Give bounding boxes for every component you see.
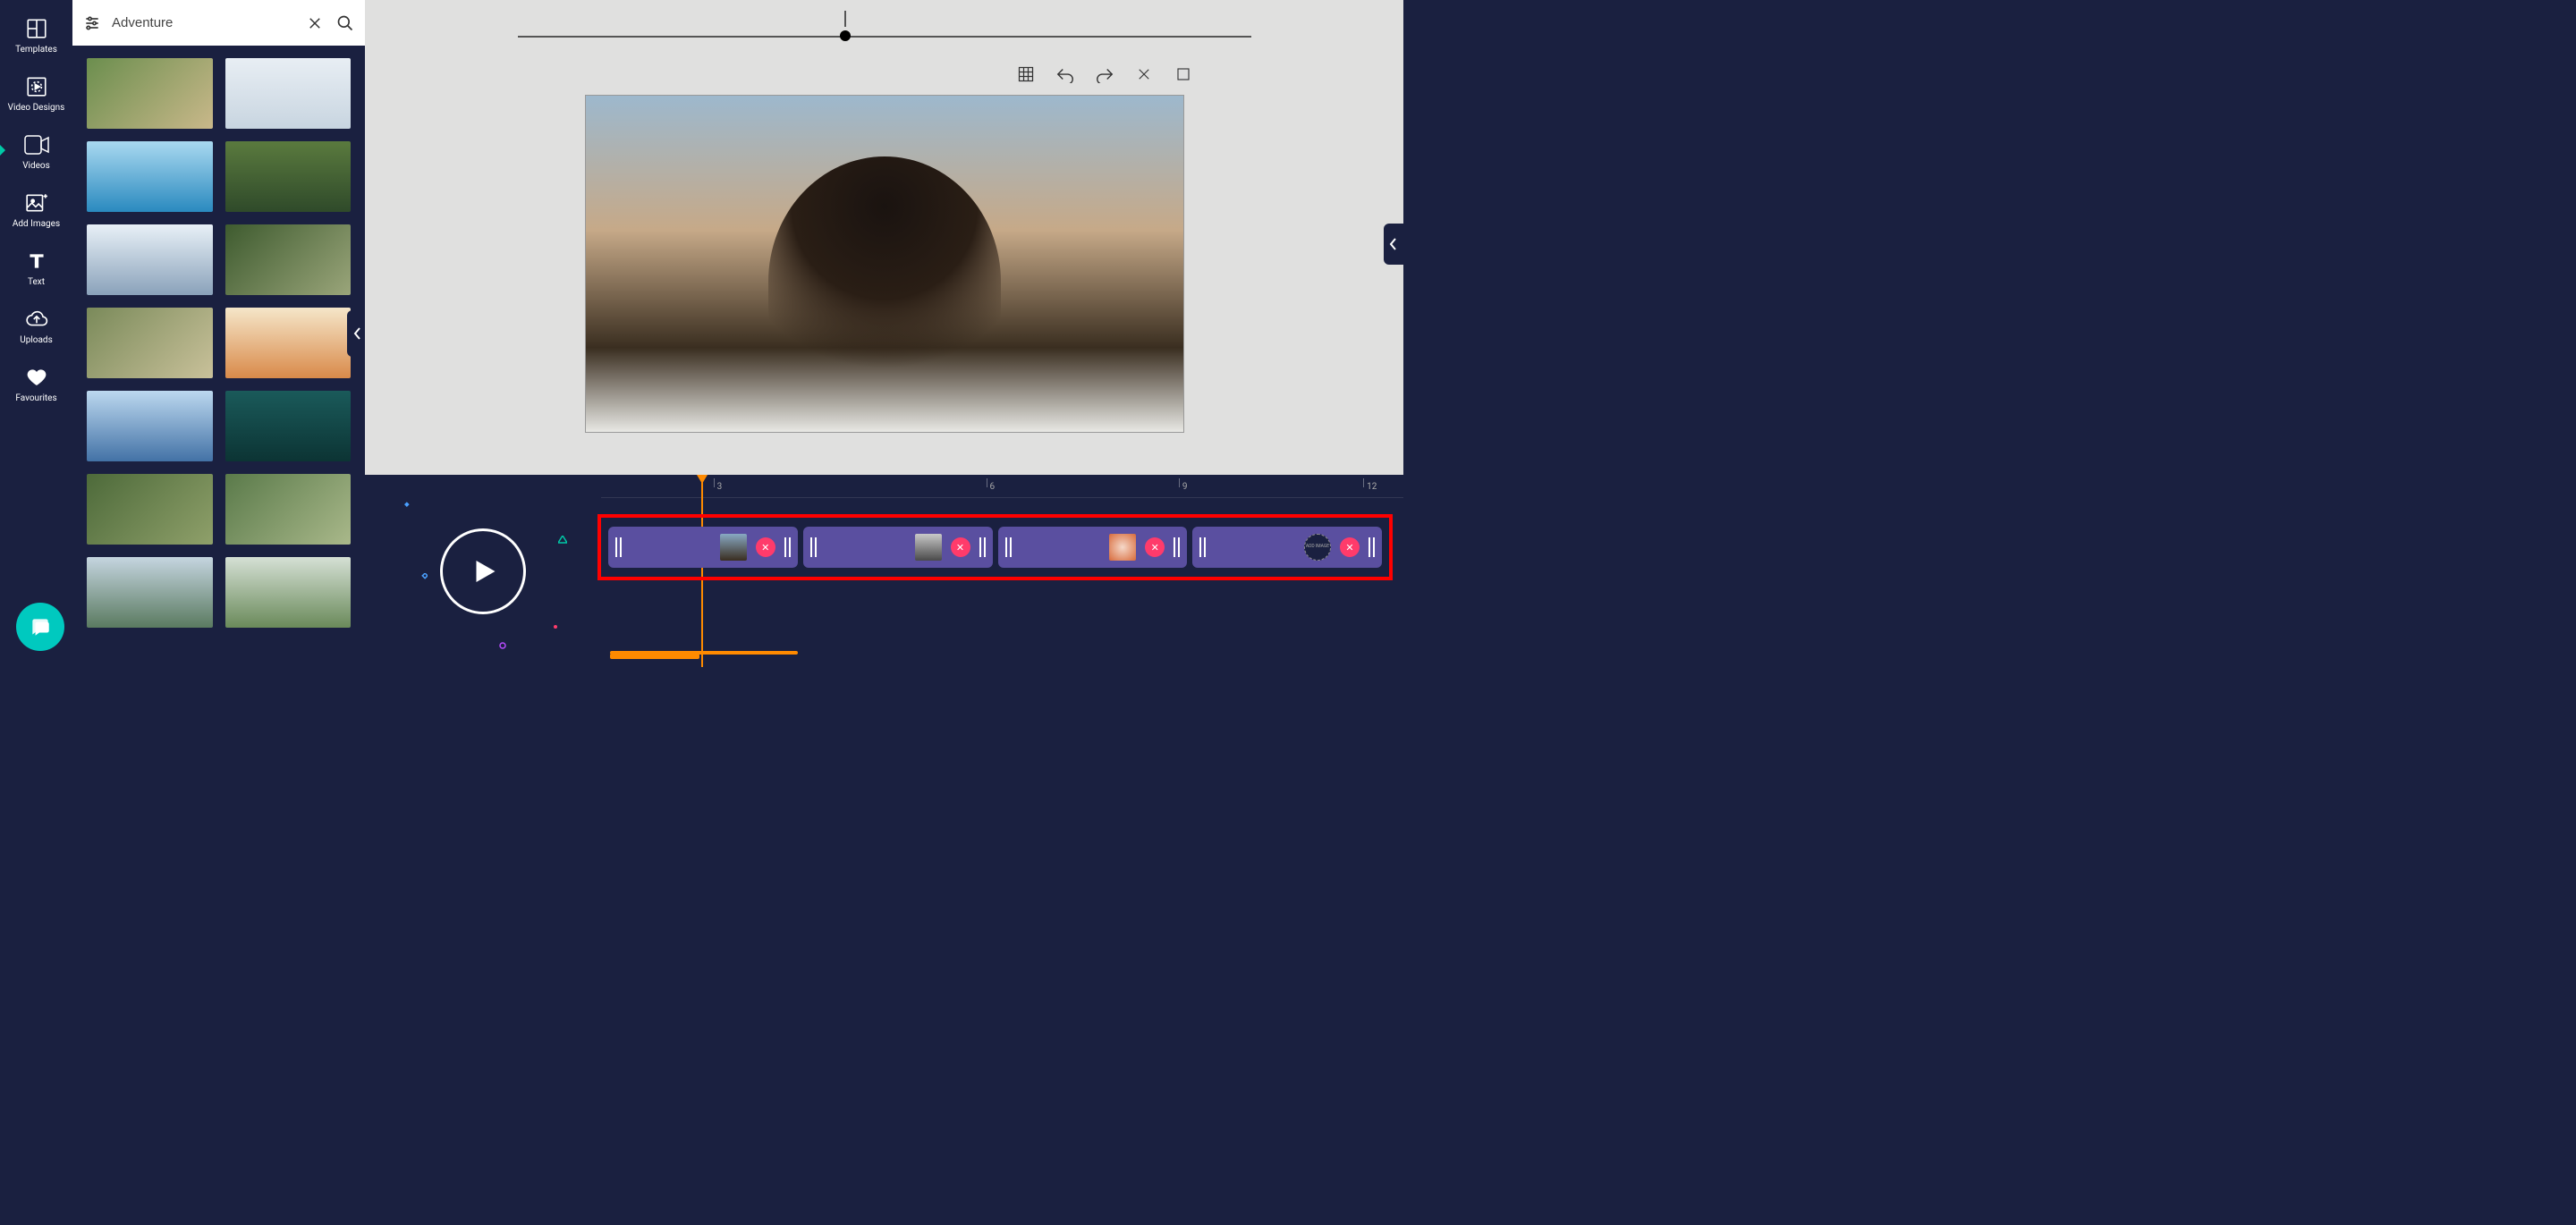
canvas-area (365, 0, 1403, 475)
clip-handle-left[interactable] (1005, 537, 1012, 557)
clip-handle-right[interactable] (979, 537, 986, 557)
zoom-slider[interactable] (518, 36, 1251, 38)
timeline-clip[interactable]: ADD IMAGE ✕ (1192, 527, 1382, 568)
main-area: 3 6 9 12 ✕ (365, 0, 1403, 667)
video-thumb[interactable] (225, 224, 352, 295)
tick-label: 9 (1182, 482, 1188, 492)
left-nav: Templates Video Designs Videos Add Image… (0, 0, 72, 667)
video-preview[interactable] (585, 95, 1184, 433)
timeline-tracks[interactable]: 3 6 9 12 ✕ (601, 475, 1403, 667)
delete-clip-button[interactable]: ✕ (951, 537, 970, 557)
audio-track[interactable] (601, 651, 1403, 656)
add-images-icon (24, 190, 49, 215)
templates-icon (24, 16, 49, 41)
video-thumb[interactable] (87, 391, 213, 461)
nav-item-text[interactable]: Text (0, 240, 72, 292)
video-thumb[interactable] (225, 474, 352, 545)
delete-clip-button[interactable]: ✕ (1340, 537, 1360, 557)
timeline: 3 6 9 12 ✕ (365, 475, 1403, 667)
decoration-icon (558, 536, 567, 545)
tick-label: 6 (990, 482, 996, 492)
nav-label: Uploads (20, 335, 52, 345)
delete-clip-button[interactable]: ✕ (756, 537, 775, 557)
tick-label: 12 (1367, 482, 1377, 492)
decoration-icon (419, 573, 428, 582)
nav-label: Videos (22, 161, 50, 171)
play-controls (365, 475, 601, 667)
filter-icon[interactable] (81, 13, 103, 34)
video-thumb[interactable] (87, 557, 213, 628)
timeline-clip[interactable]: ✕ (608, 527, 798, 568)
timeline-clip[interactable]: ✕ (998, 527, 1188, 568)
decoration-icon (553, 624, 558, 629)
zoom-knob[interactable] (840, 30, 851, 41)
clip-thumb (915, 534, 942, 561)
nav-item-uploads[interactable]: Uploads (0, 298, 72, 351)
clip-handle-left[interactable] (1199, 537, 1206, 557)
clip-handle-right[interactable] (784, 537, 791, 557)
grid-button[interactable] (1016, 64, 1036, 84)
nav-label: Video Designs (8, 103, 65, 113)
clip-thumb (720, 534, 747, 561)
video-thumb[interactable] (87, 58, 213, 129)
canvas-toolbar (1016, 64, 1193, 84)
video-thumb[interactable] (225, 141, 352, 212)
clip-handle-right[interactable] (1174, 537, 1180, 557)
delete-button[interactable] (1134, 64, 1154, 84)
decoration-icon (499, 642, 506, 649)
video-thumb[interactable] (87, 474, 213, 545)
redo-button[interactable] (1095, 64, 1114, 84)
videos-icon (24, 132, 49, 157)
tick-label: 3 (717, 482, 723, 492)
video-thumb[interactable] (87, 308, 213, 378)
nav-label: Text (28, 277, 45, 287)
text-icon (24, 249, 49, 274)
clip-handle-right[interactable] (1368, 537, 1375, 557)
undo-button[interactable] (1055, 64, 1075, 84)
stop-button[interactable] (1174, 64, 1193, 84)
nav-label: Add Images (13, 219, 60, 229)
clip-thumb (1109, 534, 1136, 561)
nav-item-add-images[interactable]: Add Images (0, 182, 72, 234)
nav-item-video-designs[interactable]: Video Designs (0, 65, 72, 118)
add-image-placeholder[interactable]: ADD IMAGE (1304, 534, 1331, 561)
video-thumb[interactable] (225, 58, 352, 129)
nav-label: Templates (15, 45, 57, 55)
media-panel (72, 0, 365, 667)
delete-clip-button[interactable]: ✕ (1145, 537, 1165, 557)
video-thumb[interactable] (87, 224, 213, 295)
video-thumb[interactable] (87, 141, 213, 212)
video-designs-icon (24, 74, 49, 99)
video-thumb[interactable] (225, 391, 352, 461)
clear-search-button[interactable] (304, 13, 326, 34)
video-thumb[interactable] (225, 557, 352, 628)
nav-item-favourites[interactable]: Favourites (0, 356, 72, 409)
video-thumb[interactable] (225, 308, 352, 378)
decoration-icon (399, 502, 410, 512)
timeline-clip[interactable]: ✕ (803, 527, 993, 568)
nav-label: Favourites (15, 393, 56, 403)
favourites-icon (24, 365, 49, 390)
chat-button[interactable] (16, 603, 64, 651)
search-input[interactable] (112, 15, 295, 30)
nav-item-templates[interactable]: Templates (0, 7, 72, 60)
clip-row-highlighted: ✕ ✕ ✕ (601, 518, 1389, 577)
nav-item-videos[interactable]: Videos (0, 123, 72, 176)
expand-right-panel-button[interactable] (1384, 224, 1403, 265)
search-icon[interactable] (335, 13, 356, 34)
clip-handle-left[interactable] (810, 537, 817, 557)
play-button[interactable] (440, 528, 526, 614)
results-grid (72, 46, 365, 667)
search-bar (72, 0, 365, 46)
uploads-icon (24, 307, 49, 332)
clip-handle-left[interactable] (615, 537, 622, 557)
timeline-ruler[interactable]: 3 6 9 12 (601, 478, 1403, 498)
